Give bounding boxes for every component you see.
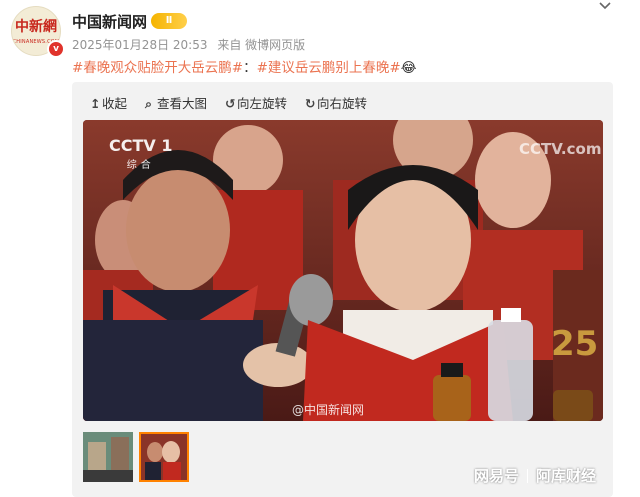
rotate-left-button[interactable]: ↺ 向左旋转 [225, 93, 287, 112]
footer-divider [527, 469, 529, 483]
photo-watermark: @中国新闻网 [292, 403, 365, 417]
collapse-icon: ↥ [90, 96, 101, 111]
footer-brand-2: 阿库财经 [536, 467, 597, 485]
post-meta: 2025年01月28日 20:53 来自 微博网页版 [72, 36, 311, 53]
cctv-logo-sub: 综合 [126, 160, 155, 171]
thumbnail-1[interactable] [83, 432, 133, 482]
rotate-right-icon: ↻ [305, 96, 316, 111]
main-photo[interactable]: 25 CCTV 1 综合 CCTV.com @中国新闻网 [83, 120, 603, 421]
rotate-left-label: 向左旋转 [237, 96, 288, 111]
view-large-label: 查看大图 [157, 96, 208, 111]
collapse-button[interactable]: ↥ 收起 [90, 93, 127, 112]
footer-brand-1: 网易号 [474, 467, 520, 485]
verified-icon: v [47, 40, 65, 58]
search-icon: ⌕ [145, 96, 153, 111]
thumbnail-1-image [83, 432, 133, 482]
rotate-left-icon: ↺ [225, 96, 236, 111]
thumbnail-2-selected[interactable] [139, 432, 189, 482]
emoji-icon: 😂 [400, 60, 417, 76]
post-text: #春晚观众贴脸开大岳云鹏#：#建议岳云鹏别上春晚#😂 [72, 56, 417, 76]
collapse-label: 收起 [102, 96, 128, 111]
hashtag-link[interactable]: #建议岳云鹏别上春晚# [257, 60, 401, 76]
post-colon: ： [243, 60, 257, 76]
cctv-com-logo: CCTV.com [519, 140, 602, 158]
rotate-right-label: 向右旋转 [317, 96, 368, 111]
post-source: 来自 微博网页版 [217, 38, 306, 52]
rotate-right-button[interactable]: ↻ 向右旋转 [305, 93, 367, 112]
avatar-logo-text: 中新網 [15, 19, 57, 35]
view-large-button[interactable]: ⌕ 查看大图 [145, 93, 207, 112]
post-timestamp[interactable]: 2025年01月28日 20:53 [72, 38, 207, 52]
chevron-down-icon[interactable] [597, 0, 613, 14]
hashtag-link[interactable]: #春晚观众贴脸开大岳云鹏# [72, 60, 243, 76]
cctv-logo: CCTV 1 综合 [109, 136, 172, 171]
cctv-logo-text: CCTV 1 [109, 136, 173, 155]
account-name[interactable]: 中国新闻网 [72, 11, 147, 32]
thumbnail-2-image [141, 434, 187, 480]
footer-watermark: 网易号 阿库财经 [474, 465, 596, 486]
member-badge-icon[interactable]: Ⅱ [151, 13, 187, 29]
svg-text:25: 25 [551, 324, 598, 364]
image-toolbar: ↥ 收起 ⌕ 查看大图 ↺ 向左旋转 ↻ 向右旋转 [90, 93, 381, 112]
